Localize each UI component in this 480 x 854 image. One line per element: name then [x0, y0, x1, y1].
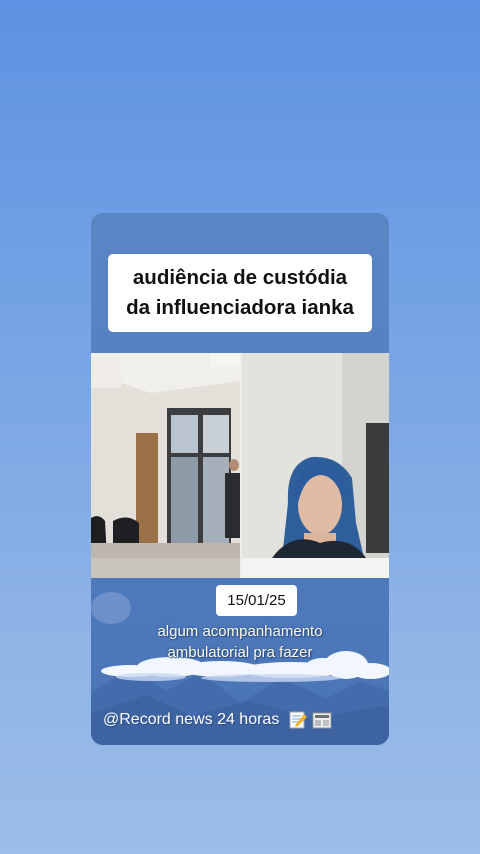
title-line-1: audiência de custódia	[132, 266, 348, 289]
video-frame[interactable]	[91, 353, 389, 578]
woman-camera-view	[242, 353, 389, 558]
source-credit: @Record news 24 horas	[103, 708, 383, 732]
video-subtitle: algum acompanhamento ambulatorial pra fa…	[91, 621, 389, 663]
newspaper-icon	[312, 712, 332, 729]
memo-icon	[289, 711, 307, 729]
video-divider	[240, 353, 242, 578]
video-bottom-strip-left	[91, 558, 240, 578]
source-credit-text: @Record news 24 horas	[103, 711, 280, 729]
title-caption: audiência de custódia da influenciadora …	[108, 254, 372, 332]
subtitle-line-1: algum acompanhamento	[157, 623, 323, 640]
date-badge: 15/01/25	[216, 585, 297, 616]
courtroom-camera-view	[91, 353, 240, 558]
title-line-2: da influenciadora ianka	[126, 296, 354, 319]
video-bottom-strip-right	[242, 558, 389, 578]
story-card: audiência de custódia da influenciadora …	[91, 213, 389, 745]
subtitle-line-2: ambulatorial pra fazer	[167, 644, 313, 661]
